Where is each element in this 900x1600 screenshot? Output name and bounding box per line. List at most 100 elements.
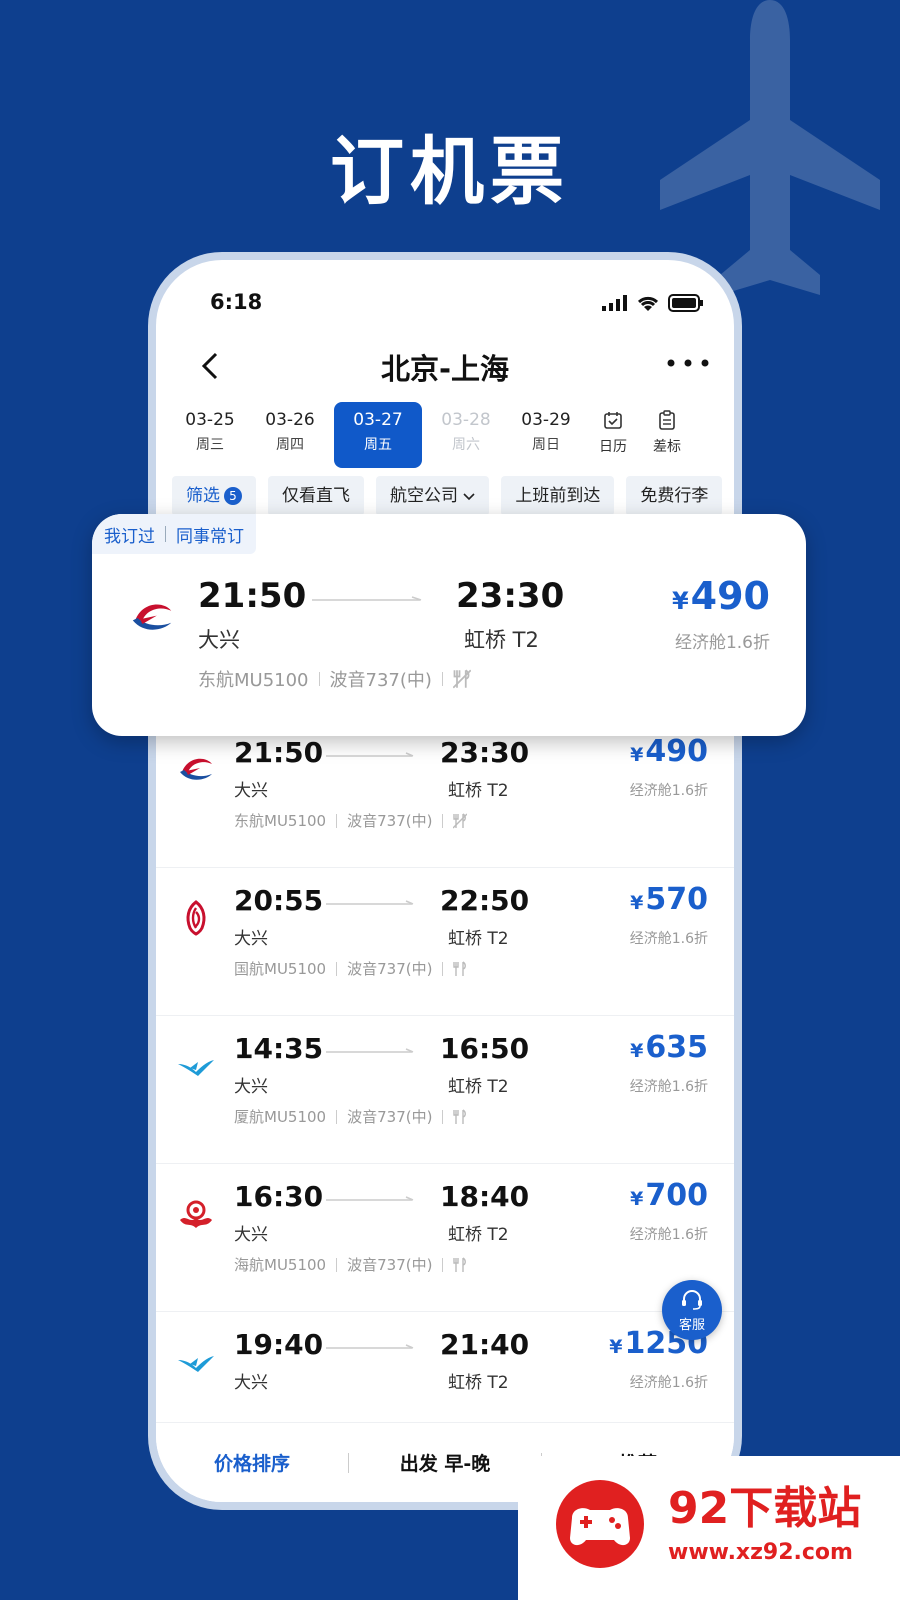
arrow-right-icon [326, 1344, 414, 1349]
arrow-right-icon [326, 1196, 414, 1201]
arrival-airport: 虹桥 T2 [464, 628, 539, 652]
arrival-time: 18:40 [440, 1180, 530, 1213]
arrow-right-icon [312, 596, 422, 601]
arrival-time: 21:40 [440, 1328, 530, 1361]
page-headline: 订机票 [330, 129, 570, 215]
customer-service-button[interactable]: 客服 [662, 1280, 722, 1340]
arrow-right-icon [326, 900, 414, 905]
departure-airport: 大兴 [234, 781, 268, 801]
departure-airport: 大兴 [234, 1077, 268, 1097]
flight-meta: 海航MU5100 波音737(中) [234, 1254, 467, 1275]
flight-meta: 东航MU5100 波音737(中) [234, 810, 468, 831]
flight-price: ¥490 [630, 734, 708, 769]
phone-frame: 6:18 北京-上海 03-25 周三 03-26 周四 03-27 周五 03-28… [148, 252, 742, 1510]
direct-only-chip[interactable]: 仅看直飞 [268, 476, 364, 516]
calendar-icon [604, 412, 622, 429]
gamepad-logo-icon [556, 1480, 644, 1568]
departure-time: 21:50 [198, 576, 307, 616]
departure-time: 16:30 [234, 1180, 324, 1213]
flight-price: ¥700 [630, 1178, 708, 1213]
status-time: 6:18 [210, 290, 263, 314]
departure-time: 19:40 [234, 1328, 324, 1361]
airline-dropdown[interactable]: 航空公司 [376, 476, 490, 516]
arrival-time: 23:30 [440, 736, 530, 769]
flight-row[interactable]: 16:30 大兴 18:40 虹桥 T2 海航MU5100 波音737(中) ¥7… [156, 1164, 734, 1312]
route-title: 北京-上海 [380, 352, 510, 386]
flight-row[interactable]: 21:50 大兴 23:30 虹桥 T2 东航MU5100 波音737(中) ¥4… [156, 720, 734, 868]
xiamen-air-logo-icon [178, 1356, 214, 1372]
china-eastern-logo-icon [132, 604, 172, 630]
date-item-disabled: 03-28 周六 [441, 410, 491, 453]
clipboard-icon [659, 410, 675, 430]
highlighted-flight-card[interactable]: 我订过 同事常订 21:50 大兴 23:30 虹桥 T2 东航MU5100 波音… [92, 514, 806, 736]
signal-icon [602, 295, 627, 311]
phone-screen: 6:18 北京-上海 03-25 周三 03-26 周四 03-27 周五 03-28… [156, 260, 734, 1502]
chevron-down-icon [463, 493, 475, 501]
flight-price: ¥635 [630, 1030, 708, 1065]
date-selector: 03-25 周三 03-26 周四 03-27 周五 03-28 周六 03-29 周日 … [170, 402, 734, 468]
flight-meta: 厦航MU5100 波音737(中) [234, 1106, 467, 1127]
battery-icon [668, 294, 703, 312]
date-item[interactable]: 03-25 周三 [170, 402, 250, 468]
cabin-class: 经济舱1.6折 [629, 1375, 708, 1391]
price-marker-button[interactable]: 差标 [640, 402, 694, 468]
arrival-airport: 虹桥 T2 [448, 929, 509, 949]
arrival-airport: 虹桥 T2 [448, 781, 509, 801]
departure-airport: 大兴 [234, 1225, 268, 1245]
tab-depart-sort[interactable]: 出发 早-晚 [349, 1449, 541, 1476]
nav-bar: 北京-上海 [156, 342, 734, 392]
meal-icon [453, 960, 467, 976]
filter-bar: 筛选 5 仅看直飞 航空公司 上班前到达 免费行李 [172, 476, 734, 516]
arrival-airport: 虹桥 T2 [448, 1373, 509, 1393]
cabin-class: 经济舱1.6折 [629, 931, 708, 947]
flight-price: ¥490 [671, 574, 770, 618]
no-meal-icon [452, 669, 471, 689]
flight-row[interactable]: 14:35 大兴 16:50 虹桥 T2 厦航MU5100 波音737(中) ¥6… [156, 1016, 734, 1164]
more-dots-icon[interactable] [666, 358, 710, 368]
cabin-class: 经济舱1.6折 [629, 1227, 708, 1243]
date-item[interactable]: 03-29 周日 [506, 402, 586, 468]
site-watermark: 92下载站 www.xz92.com [518, 1456, 900, 1600]
tag-booked: 我订过 [104, 526, 155, 547]
departure-time: 20:55 [234, 884, 324, 917]
hainan-air-logo-icon [180, 1200, 212, 1228]
arrival-time: 22:50 [440, 884, 530, 917]
cabin-class: 经济舱1.6折 [629, 1079, 708, 1095]
air-china-logo-icon [186, 900, 206, 936]
status-bar: 6:18 [210, 290, 704, 320]
arrival-airport: 虹桥 T2 [448, 1225, 509, 1245]
filter-count-badge: 5 [224, 487, 242, 505]
watermark-title: 92下载站 [668, 1483, 862, 1534]
no-meal-icon [453, 812, 468, 828]
wifi-icon [637, 296, 659, 311]
flight-row[interactable]: 20:55 大兴 22:50 虹桥 T2 国航MU5100 波音737(中) ¥5… [156, 868, 734, 1016]
calendar-button[interactable]: 日历 [586, 402, 640, 468]
departure-airport: 大兴 [234, 929, 268, 949]
free-luggage-chip[interactable]: 免费行李 [626, 476, 723, 516]
watermark-url: www.xz92.com [668, 1540, 853, 1565]
meal-icon [453, 1108, 467, 1124]
flight-meta: 东航MU5100 波音737(中) [198, 666, 471, 692]
before-work-chip[interactable]: 上班前到达 [501, 476, 615, 516]
departure-airport: 大兴 [234, 1373, 268, 1393]
flight-meta: 国航MU5100 波音737(中) [234, 958, 467, 979]
arrival-time: 16:50 [440, 1032, 530, 1065]
tab-price-sort[interactable]: 价格排序 [156, 1449, 348, 1476]
headset-icon [682, 1290, 702, 1310]
xiamen-air-logo-icon [178, 1060, 214, 1076]
tag-colleague: 同事常订 [176, 526, 244, 547]
flight-list: 21:50 大兴 23:30 虹桥 T2 东航MU5100 波音737(中) ¥4… [156, 720, 734, 1460]
arrow-right-icon [326, 752, 414, 757]
arrow-right-icon [326, 1048, 414, 1053]
date-item[interactable]: 03-26 周四 [250, 402, 330, 468]
cabin-class: 经济舱1.6折 [629, 783, 708, 799]
booking-tags: 我订过 同事常订 [92, 514, 256, 554]
departure-time: 14:35 [234, 1032, 324, 1065]
departure-time: 21:50 [234, 736, 324, 769]
filter-button[interactable]: 筛选 5 [172, 476, 256, 516]
meal-icon [453, 1256, 467, 1272]
date-item-selected[interactable]: 03-27 周五 [334, 402, 422, 468]
arrival-time: 23:30 [456, 576, 565, 616]
arrival-airport: 虹桥 T2 [448, 1077, 509, 1097]
departure-airport: 大兴 [198, 628, 240, 652]
